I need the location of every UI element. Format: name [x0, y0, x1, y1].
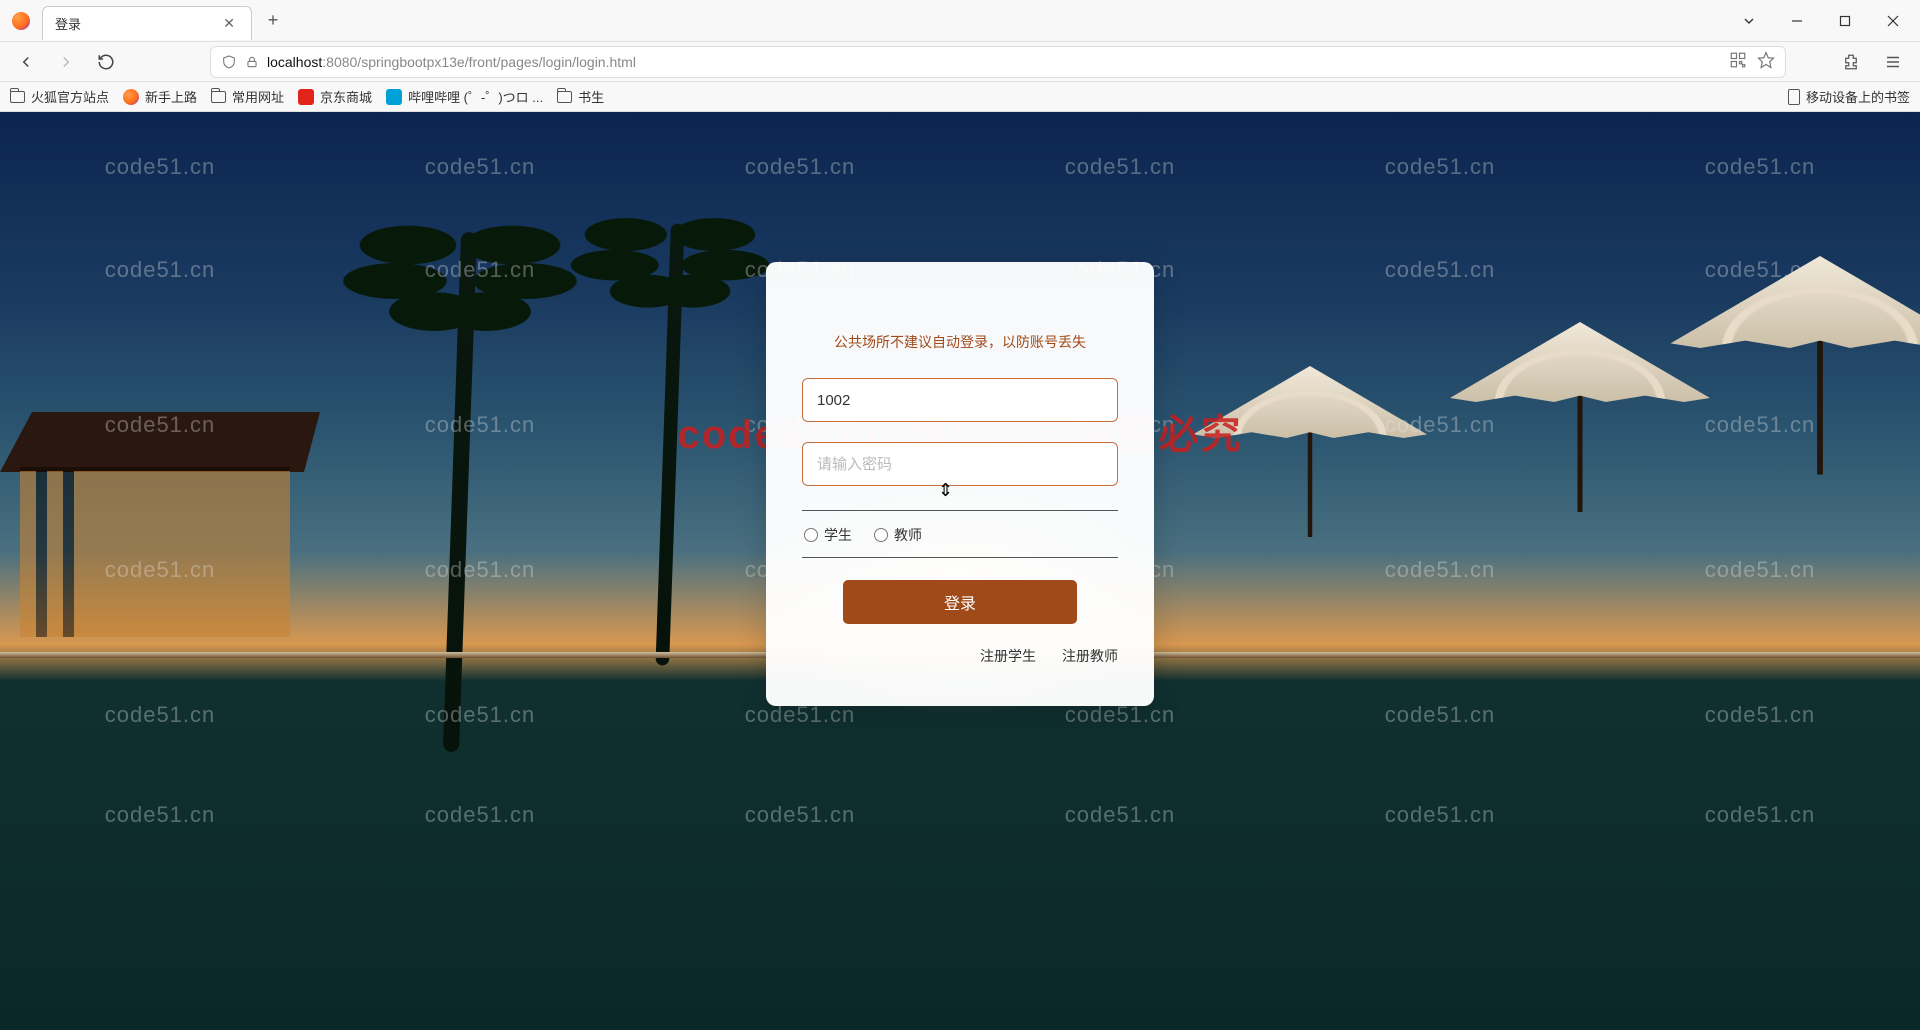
bookmark-label: 火狐官方站点 — [31, 87, 109, 106]
app-menu-button[interactable] — [1876, 46, 1910, 78]
role-radio-teacher[interactable] — [874, 528, 888, 542]
url-input[interactable]: localhost:8080/springbootpx13e/front/pag… — [210, 46, 1786, 78]
role-option-teacher[interactable]: 教师 — [874, 525, 922, 545]
folder-icon — [557, 91, 572, 103]
username-input[interactable] — [802, 378, 1118, 422]
firefox-favicon-icon — [123, 89, 139, 105]
login-tip-text: 公共场所不建议自动登录，以防账号丢失 — [802, 332, 1118, 352]
window-controls — [1726, 5, 1920, 37]
bookmark-item[interactable]: 新手上路 — [123, 87, 197, 106]
register-links: 注册学生 注册教师 — [802, 646, 1118, 666]
bookmark-label: 京东商城 — [320, 87, 372, 106]
lock-icon — [245, 55, 259, 69]
bookmark-item[interactable]: 京东商城 — [298, 87, 372, 106]
bg-palmtree — [560, 112, 781, 700]
mobile-bookmarks-button[interactable]: 移动设备上的书签 — [1788, 87, 1910, 106]
login-submit-button[interactable]: 登录 — [843, 580, 1077, 624]
shield-icon — [221, 54, 237, 70]
bookmark-item[interactable]: 火狐官方站点 — [10, 87, 109, 106]
jd-favicon-icon — [298, 89, 314, 105]
page-content: code51.cncode51.cncode51.cncode51.cncode… — [0, 112, 1920, 1030]
bookmarks-bar: 火狐官方站点 新手上路 常用网址 京东商城 哔哩哔哩 (゜-゜)つロ ... 书… — [0, 82, 1920, 112]
mobile-icon — [1788, 89, 1800, 105]
url-host: localhost — [267, 54, 322, 70]
bookmark-label: 书生 — [578, 87, 604, 106]
qr-icon[interactable] — [1729, 51, 1747, 72]
new-tab-button[interactable]: + — [258, 6, 288, 36]
bg-umbrella — [1671, 256, 1920, 348]
register-teacher-link[interactable]: 注册教师 — [1062, 646, 1118, 666]
window-close-button[interactable] — [1870, 5, 1916, 37]
nav-forward-button[interactable] — [50, 46, 82, 78]
url-path: :8080/springbootpx13e/front/pages/login/… — [322, 54, 636, 70]
folder-icon — [211, 91, 226, 103]
bookmark-label: 常用网址 — [232, 87, 284, 106]
role-option-student[interactable]: 学生 — [804, 525, 852, 545]
extensions-button[interactable] — [1834, 46, 1868, 78]
tab-close-icon[interactable]: ✕ — [219, 15, 239, 32]
register-student-link[interactable]: 注册学生 — [980, 646, 1036, 666]
role-label: 学生 — [824, 525, 852, 545]
role-radio-group: 学生 教师 — [802, 511, 1118, 558]
nav-back-button[interactable] — [10, 46, 42, 78]
bilibili-favicon-icon — [386, 89, 402, 105]
window-minimize-button[interactable] — [1774, 5, 1820, 37]
tab-title: 登录 — [55, 14, 219, 33]
bookmark-item[interactable]: 常用网址 — [211, 87, 284, 106]
nav-reload-button[interactable] — [90, 46, 122, 78]
window-titlebar: 登录 ✕ + — [0, 0, 1920, 42]
url-right-icons — [1729, 51, 1775, 72]
password-input[interactable] — [802, 442, 1118, 486]
bookmark-label: 哔哩哔哩 (゜-゜)つロ ... — [408, 87, 543, 106]
mobile-bookmarks-label: 移动设备上的书签 — [1806, 87, 1910, 106]
address-bar: localhost:8080/springbootpx13e/front/pag… — [0, 42, 1920, 82]
role-radio-student[interactable] — [804, 528, 818, 542]
window-maximize-button[interactable] — [1822, 5, 1868, 37]
bg-house — [0, 412, 320, 652]
role-label: 教师 — [894, 525, 922, 545]
firefox-logo-icon — [0, 12, 42, 30]
folder-icon — [10, 91, 25, 103]
bookmark-item[interactable]: 哔哩哔哩 (゜-゜)つロ ... — [386, 87, 543, 106]
titlebar-left: 登录 ✕ + — [0, 0, 288, 41]
url-text: localhost:8080/springbootpx13e/front/pag… — [267, 54, 1721, 70]
bookmark-item[interactable]: 书生 — [557, 87, 604, 106]
bookmark-label: 新手上路 — [145, 87, 197, 106]
window-dropdown-button[interactable] — [1726, 5, 1772, 37]
browser-tab[interactable]: 登录 ✕ — [42, 6, 252, 40]
star-icon[interactable] — [1757, 51, 1775, 72]
bg-palmtree — [330, 112, 590, 792]
bg-umbrella — [1193, 366, 1427, 438]
login-card: 公共场所不建议自动登录，以防账号丢失 学生 教师 登录 注册学生 注册教师 — [766, 262, 1154, 706]
address-right — [1834, 46, 1910, 78]
